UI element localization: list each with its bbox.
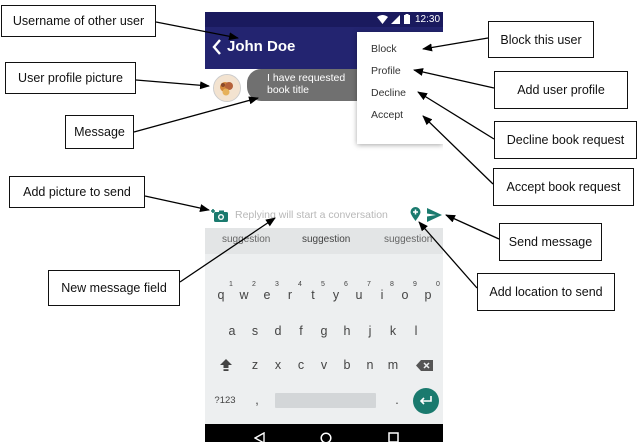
callout-accept-text: Accept book request [506, 180, 621, 194]
location-add-icon[interactable] [410, 207, 421, 222]
key-digit-8: 8 [390, 281, 394, 288]
key-digit-7: 7 [367, 281, 371, 288]
key-d[interactable]: d [268, 324, 288, 338]
suggestion-left[interactable]: suggestion [222, 234, 270, 245]
callout-new-message-field-text: New message field [61, 281, 167, 295]
send-icon[interactable] [427, 208, 442, 222]
callout-add-picture: Add picture to send [9, 176, 145, 208]
chat-username: John Doe [227, 38, 296, 55]
key-digit-1: 1 [229, 281, 233, 288]
callout-send-text: Send message [508, 235, 593, 249]
suggestion-right[interactable]: suggestion [384, 234, 432, 245]
key-m[interactable]: m [383, 358, 403, 372]
key-j[interactable]: j [360, 324, 380, 338]
navigation-bar [205, 424, 443, 442]
key-digit-5: 5 [321, 281, 325, 288]
key-h[interactable]: h [337, 324, 357, 338]
callout-profile-picture: User profile picture [5, 62, 136, 94]
callout-block-text: Block this user [500, 32, 582, 47]
nav-back-icon[interactable] [254, 432, 265, 442]
callout-decline-text: Decline book request [506, 133, 625, 147]
key-b[interactable]: b [337, 358, 357, 372]
key-n[interactable]: n [360, 358, 380, 372]
key-e[interactable]: e [257, 288, 277, 302]
key-space[interactable] [275, 393, 376, 408]
message-input-field[interactable]: Replying will start a conversation [235, 209, 388, 221]
key-enter[interactable] [413, 388, 439, 414]
battery-icon [404, 14, 410, 24]
key-u[interactable]: u [349, 288, 369, 302]
callout-message: Message [65, 115, 134, 149]
callout-send: Send message [499, 223, 602, 261]
callout-accept: Accept book request [493, 168, 634, 206]
suggestion-strip: suggestion suggestion suggestion [205, 228, 443, 254]
status-bar: 12:30 [205, 12, 443, 27]
callout-profile-picture-text: User profile picture [18, 71, 123, 85]
callout-username: Username of other user [1, 5, 156, 37]
key-x[interactable]: x [268, 358, 288, 372]
key-p[interactable]: p [418, 288, 438, 302]
overflow-menu: Block Profile Decline Accept [357, 32, 443, 144]
arrow-add-picture [144, 195, 210, 212]
suggestion-center[interactable]: suggestion [302, 234, 350, 245]
callout-username-text: Username of other user [12, 14, 145, 28]
enter-icon [420, 396, 432, 405]
wifi-icon [377, 15, 388, 24]
callout-add-picture-text: Add picture to send [23, 185, 131, 199]
camera-add-icon[interactable] [211, 208, 229, 223]
signal-icon [391, 15, 400, 24]
callout-add-location-text: Add location to send [489, 285, 603, 299]
key-w[interactable]: w [234, 288, 254, 302]
back-arrow-icon[interactable] [212, 39, 222, 55]
callout-message-text: Message [74, 125, 125, 139]
key-t[interactable]: t [303, 288, 323, 302]
menu-item-accept[interactable]: Accept [357, 104, 443, 126]
key-z[interactable]: z [245, 358, 265, 372]
key-period[interactable]: . [387, 393, 407, 407]
arrow-send [445, 214, 500, 240]
profile-picture-icon [214, 75, 240, 101]
key-y[interactable]: y [326, 288, 346, 302]
callout-new-message-field: New message field [48, 270, 180, 306]
key-r[interactable]: r [280, 288, 300, 302]
key-i[interactable]: i [372, 288, 392, 302]
callout-add-location: Add location to send [477, 273, 615, 311]
menu-item-decline[interactable]: Decline [357, 82, 443, 104]
menu-item-block[interactable]: Block [357, 38, 443, 60]
key-v[interactable]: v [314, 358, 334, 372]
key-a[interactable]: a [222, 324, 242, 338]
status-time: 12:30 [415, 14, 441, 25]
message-input-bar: Replying will start a conversation [205, 204, 443, 228]
backspace-icon[interactable] [416, 360, 433, 371]
key-digit-2: 2 [252, 281, 256, 288]
key-f[interactable]: f [291, 324, 311, 338]
key-symbols[interactable]: ?123 [214, 395, 236, 406]
shift-icon[interactable] [220, 359, 232, 371]
key-comma[interactable]: , [247, 393, 267, 407]
key-digit-9: 9 [413, 281, 417, 288]
key-digit-4: 4 [298, 281, 302, 288]
callout-decline: Decline book request [494, 121, 637, 159]
callout-add-profile-text: Add user profile [517, 83, 605, 97]
key-s[interactable]: s [245, 324, 265, 338]
soft-keyboard: suggestion suggestion suggestion 1 2 3 4… [205, 228, 443, 424]
nav-recents-icon[interactable] [388, 432, 399, 442]
key-l[interactable]: l [406, 324, 426, 338]
callout-block: Block this user [488, 21, 594, 58]
key-c[interactable]: c [291, 358, 311, 372]
user-avatar[interactable] [213, 74, 241, 102]
key-q[interactable]: q [211, 288, 231, 302]
arrow-profile-picture [135, 79, 210, 90]
menu-item-profile[interactable]: Profile [357, 60, 443, 82]
key-digit-6: 6 [344, 281, 348, 288]
callout-add-profile: Add user profile [494, 71, 628, 109]
key-digit-3: 3 [275, 281, 279, 288]
phone-screen: 12:30 John Doe I have requested book tit… [205, 12, 443, 442]
key-g[interactable]: g [314, 324, 334, 338]
nav-home-icon[interactable] [320, 432, 332, 442]
key-digit-0: 0 [436, 281, 440, 288]
key-k[interactable]: k [383, 324, 403, 338]
key-o[interactable]: o [395, 288, 415, 302]
